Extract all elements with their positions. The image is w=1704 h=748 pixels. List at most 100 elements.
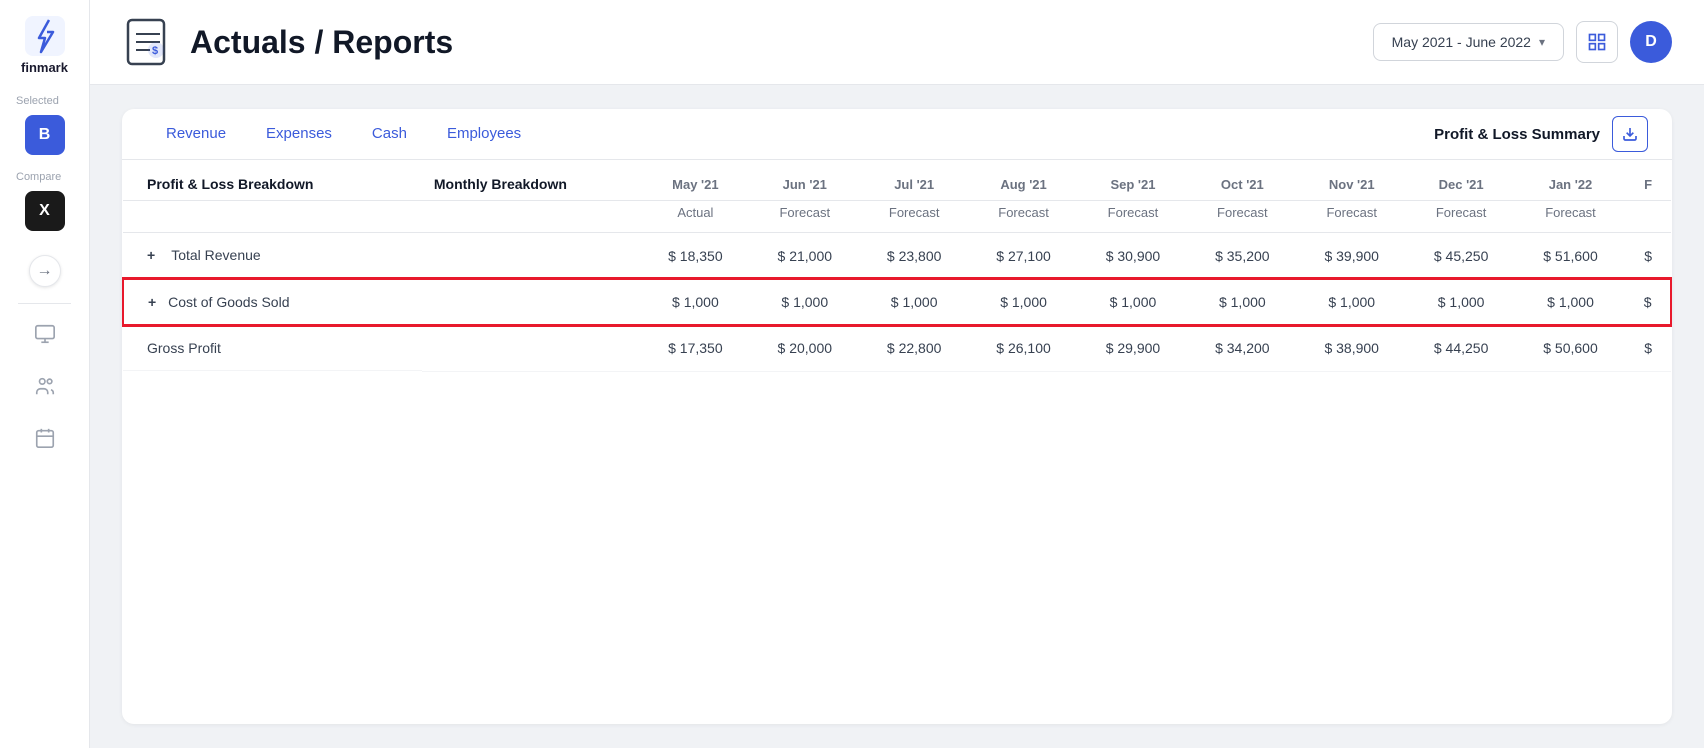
table-row-cogs: + Cost of Goods Sold $ 1,000 $ 1,000 $ 1… xyxy=(123,279,1671,325)
svg-text:$: $ xyxy=(152,45,158,57)
sub-sep21: Forecast xyxy=(1108,205,1159,220)
header-right: May 2021 - June 2022 ▾ D xyxy=(1373,21,1672,63)
table-area: Profit & Loss Breakdown Monthly Breakdow… xyxy=(122,160,1672,724)
col-jun21: Jun '21 xyxy=(783,177,827,192)
monitor-icon xyxy=(34,323,56,345)
col-aug21: Aug '21 xyxy=(1000,177,1046,192)
sub-header-row: Actual Forecast Forecast Forecast xyxy=(123,201,1671,233)
page-title: Actuals / Reports xyxy=(190,24,453,61)
tab-revenue[interactable]: Revenue xyxy=(146,109,246,160)
gp-nov21: $ 38,900 xyxy=(1297,325,1406,371)
chevron-down-icon: ▾ xyxy=(1539,35,1545,49)
content-area: Revenue Expenses Cash Employees Profit &… xyxy=(90,85,1704,748)
download-icon xyxy=(1622,126,1638,142)
user-avatar[interactable]: D xyxy=(1630,21,1672,63)
cogs-nov21: $ 1,000 xyxy=(1297,279,1406,325)
report-table: Profit & Loss Breakdown Monthly Breakdow… xyxy=(122,160,1672,372)
col-dec21: Dec '21 xyxy=(1439,177,1484,192)
logo: finmark xyxy=(21,16,68,75)
gp-oct21: $ 34,200 xyxy=(1188,325,1297,371)
revenue-oct21: $ 35,200 xyxy=(1188,233,1297,280)
cogs-jan22: $ 1,000 xyxy=(1516,279,1625,325)
compare-label: Compare xyxy=(0,171,61,183)
revenue-may21: $ 18,350 xyxy=(641,233,750,280)
gp-dec21: $ 44,250 xyxy=(1406,325,1515,371)
cogs-jul21: $ 1,000 xyxy=(859,279,968,325)
sub-aug21: Forecast xyxy=(998,205,1049,220)
revenue-sep21: $ 30,900 xyxy=(1078,233,1187,280)
tabs-left: Revenue Expenses Cash Employees xyxy=(146,109,541,159)
date-range-button[interactable]: May 2021 - June 2022 ▾ xyxy=(1373,23,1564,61)
sub-jul21: Forecast xyxy=(889,205,940,220)
cogs-oct21: $ 1,000 xyxy=(1188,279,1297,325)
header-left: $ Actuals / Reports xyxy=(122,16,453,68)
cogs-jun21: $ 1,000 xyxy=(750,279,859,325)
header: $ Actuals / Reports May 2021 - June 2022… xyxy=(90,0,1704,85)
table-view-button[interactable] xyxy=(1576,21,1618,63)
sub-jun21: Forecast xyxy=(779,205,830,220)
gp-may21: $ 17,350 xyxy=(641,325,750,371)
nav-item-calendar[interactable] xyxy=(23,416,67,460)
gp-sep21: $ 29,900 xyxy=(1078,325,1187,371)
sub-may21: Actual xyxy=(677,205,713,220)
pl-breakdown-label: Profit & Loss Breakdown xyxy=(147,176,313,192)
tab-expenses[interactable]: Expenses xyxy=(246,109,352,160)
tab-employees[interactable]: Employees xyxy=(427,109,541,160)
download-button[interactable] xyxy=(1612,116,1648,152)
calendar-icon xyxy=(34,427,56,449)
selected-label: Selected xyxy=(0,95,59,107)
cogs-sep21: $ 1,000 xyxy=(1078,279,1187,325)
sub-oct21: Forecast xyxy=(1217,205,1268,220)
gp-jul21: $ 22,800 xyxy=(859,325,968,371)
col-jan22: Jan '22 xyxy=(1549,177,1593,192)
revenue-aug21: $ 27,100 xyxy=(969,233,1078,280)
revenue-dec21: $ 45,250 xyxy=(1406,233,1515,280)
tabs-right: Profit & Loss Summary xyxy=(1434,116,1648,152)
cogs-may21: $ 1,000 xyxy=(641,279,750,325)
col-jul21: Jul '21 xyxy=(894,177,934,192)
active-tab-label: Profit & Loss Summary xyxy=(1434,126,1600,143)
nav-item-team[interactable] xyxy=(23,364,67,408)
col-may21: May '21 xyxy=(672,177,718,192)
gross-profit-label: Gross Profit xyxy=(147,340,221,356)
sidebar-divider xyxy=(18,303,71,304)
gp-jun21: $ 20,000 xyxy=(750,325,859,371)
table-row-gross-profit: Gross Profit $ 17,350 $ 20,000 $ 22,800 … xyxy=(123,325,1671,371)
cogs-aug21: $ 1,000 xyxy=(969,279,1078,325)
col-sep21: Sep '21 xyxy=(1110,177,1155,192)
total-revenue-label: Total Revenue xyxy=(171,247,261,263)
logo-icon xyxy=(25,16,65,56)
monthly-breakdown-label: Monthly Breakdown xyxy=(434,176,567,192)
logo-text: finmark xyxy=(21,60,68,75)
compare-avatar[interactable]: X xyxy=(25,191,65,231)
col-oct21: Oct '21 xyxy=(1221,177,1264,192)
expand-arrow-icon: → xyxy=(37,262,53,280)
cogs-dec21: $ 1,000 xyxy=(1406,279,1515,325)
revenue-jun21: $ 21,000 xyxy=(750,233,859,280)
reports-icon: $ xyxy=(122,16,174,68)
col-more: F xyxy=(1644,177,1652,192)
report-card: Revenue Expenses Cash Employees Profit &… xyxy=(122,109,1672,724)
selected-avatar[interactable]: B xyxy=(25,115,65,155)
cogs-label: Cost of Goods Sold xyxy=(168,294,289,310)
sub-nov21: Forecast xyxy=(1326,205,1377,220)
expand-button[interactable]: → xyxy=(29,255,61,287)
cogs-more: $ xyxy=(1625,279,1671,325)
gp-more: $ xyxy=(1625,325,1671,371)
grid-icon xyxy=(1587,32,1607,52)
col-nov21: Nov '21 xyxy=(1329,177,1375,192)
expand-cogs[interactable]: + xyxy=(148,294,156,310)
revenue-more: $ xyxy=(1625,233,1671,280)
expand-revenue[interactable]: + xyxy=(147,247,155,263)
tabs-bar: Revenue Expenses Cash Employees Profit &… xyxy=(122,109,1672,160)
nav-item-monitor[interactable] xyxy=(23,312,67,356)
sidebar: finmark Selected B Compare X → xyxy=(0,0,90,748)
revenue-nov21: $ 39,900 xyxy=(1297,233,1406,280)
table-row-total-revenue: + Total Revenue $ 18,350 $ 21,000 $ 23,8… xyxy=(123,233,1671,280)
date-range-label: May 2021 - June 2022 xyxy=(1392,34,1531,50)
revenue-jan22: $ 51,600 xyxy=(1516,233,1625,280)
tab-cash[interactable]: Cash xyxy=(352,109,427,160)
sub-jan22: Forecast xyxy=(1545,205,1596,220)
gp-aug21: $ 26,100 xyxy=(969,325,1078,371)
main-content: $ Actuals / Reports May 2021 - June 2022… xyxy=(90,0,1704,748)
